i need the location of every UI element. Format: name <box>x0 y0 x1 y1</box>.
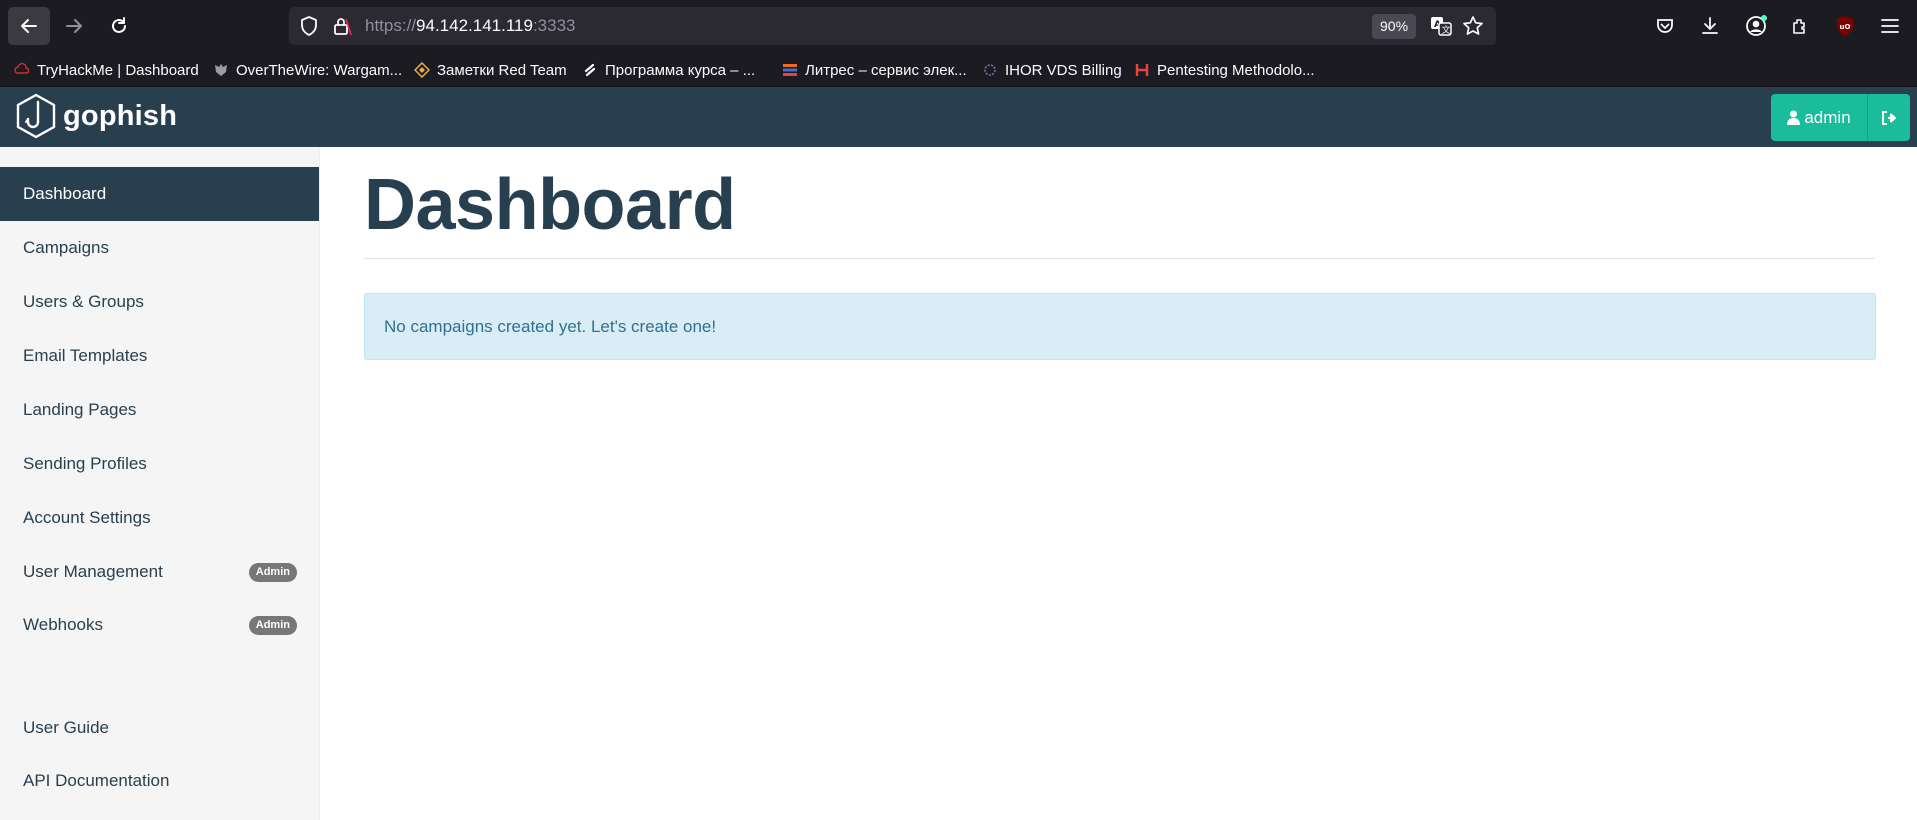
sidebar-item-user-guide[interactable]: User Guide <box>0 701 319 755</box>
bookmark-label: Литрес – сервис элек... <box>805 61 967 79</box>
sidebar-item-label: Users & Groups <box>23 292 144 311</box>
bookmark-tryhackme[interactable]: TryHackMe | Dashboard <box>14 59 199 81</box>
empty-campaigns-alert: No campaigns created yet. Let's create o… <box>364 293 1876 360</box>
bookmark-overthewire[interactable]: OverTheWire: Wargam... <box>213 59 402 81</box>
url-text[interactable]: https://94.142.141.119:3333 <box>365 16 576 36</box>
bookmark-ihor[interactable]: IHOR VDS Billing <box>982 59 1122 81</box>
user-account-button[interactable]: admin <box>1771 94 1867 141</box>
arrow-left-icon <box>21 19 37 33</box>
url-port: :3333 <box>532 16 576 35</box>
user-name: admin <box>1804 107 1851 127</box>
logout-button[interactable] <box>1867 94 1910 141</box>
brand-name: gophish <box>63 99 178 132</box>
app-navbar: gophish admin <box>0 87 1917 147</box>
extensions-icon[interactable] <box>1787 13 1813 39</box>
sidebar-item-label: Dashboard <box>23 184 107 203</box>
sidebar-item-landing-pages[interactable]: Landing Pages <box>0 383 319 437</box>
sidebar-item-webhooks[interactable]: Webhooks Admin <box>0 598 319 652</box>
browser-toolbar: https://94.142.141.119:3333 90% A文 uO <box>0 0 1917 52</box>
bookmark-label: TryHackMe | Dashboard <box>37 61 199 79</box>
sidebar-item-label: Sending Profiles <box>23 454 147 473</box>
title-divider <box>364 258 1875 259</box>
sidebar-item-label: Account Settings <box>23 508 151 527</box>
page-title: Dashboard <box>364 165 736 245</box>
zoom-level-button[interactable]: 90% <box>1372 14 1417 39</box>
bookmark-label: Программа курса – ... <box>605 61 756 79</box>
hook-hexagon-icon <box>16 93 56 139</box>
address-bar[interactable]: https://94.142.141.119:3333 90% A文 <box>289 7 1496 45</box>
forward-button[interactable] <box>53 7 95 45</box>
admin-badge: Admin <box>248 616 297 635</box>
pocket-icon[interactable] <box>1652 13 1678 39</box>
sidebar-item-label: Webhooks <box>23 615 104 634</box>
sidebar-item-campaigns[interactable]: Campaigns <box>0 221 319 275</box>
sidebar: Dashboard Campaigns Users & Groups Email… <box>0 147 320 820</box>
menu-icon[interactable] <box>1877 13 1903 39</box>
overthewire-icon <box>215 64 227 76</box>
downloads-icon[interactable] <box>1697 13 1723 39</box>
bookmark-redteam-notes[interactable]: Заметки Red Team <box>414 59 567 81</box>
empty-campaigns-message: No campaigns created yet. Let's create o… <box>384 316 717 336</box>
bookmark-label: OverTheWire: Wargam... <box>236 61 403 79</box>
bookmark-label: Pentesting Methodolo... <box>1157 61 1315 79</box>
admin-badge: Admin <box>248 563 297 582</box>
svg-text:文: 文 <box>1442 24 1451 36</box>
bookmark-litres[interactable]: Литрес – сервис элек... <box>782 59 967 81</box>
sidebar-item-email-templates[interactable]: Email Templates <box>0 329 319 383</box>
bookmark-course[interactable]: Программа курса – ... <box>582 59 755 81</box>
sidebar-item-label: API Documentation <box>23 771 170 790</box>
sidebar-item-api-documentation[interactable]: API Documentation <box>0 754 319 808</box>
sidebar-item-label: Campaigns <box>23 238 109 257</box>
user-icon <box>1787 110 1801 125</box>
redteam-notes-icon <box>414 62 430 78</box>
lock-icon[interactable] <box>331 15 353 42</box>
back-button[interactable] <box>8 7 50 45</box>
svg-text:uO: uO <box>1840 23 1851 31</box>
ublock-origin-icon[interactable]: uO <box>1832 13 1858 39</box>
account-icon[interactable] <box>1743 13 1769 39</box>
reload-icon <box>112 17 126 33</box>
reload-button[interactable] <box>98 7 140 45</box>
url-host: 94.142.141.119 <box>416 16 533 35</box>
sidebar-item-user-management[interactable]: User Management Admin <box>0 545 319 599</box>
sidebar-item-dashboard[interactable]: Dashboard <box>0 167 319 221</box>
sidebar-item-users-groups[interactable]: Users & Groups <box>0 275 319 329</box>
sign-out-icon <box>1882 110 1896 125</box>
translate-icon[interactable]: A文 <box>1430 15 1452 42</box>
star-bookmark-icon[interactable] <box>1462 15 1484 42</box>
sidebar-item-account-settings[interactable]: Account Settings <box>0 491 319 545</box>
ihor-icon <box>984 64 996 76</box>
bookmark-pentesting[interactable]: Pentesting Methodolo... <box>1134 59 1315 81</box>
sidebar-item-label: Email Templates <box>23 346 148 365</box>
url-scheme: https:// <box>365 16 417 35</box>
sidebar-item-label: Landing Pages <box>23 400 137 419</box>
bookmark-label: Заметки Red Team <box>437 61 567 79</box>
sidebar-item-label: User Management <box>23 562 163 581</box>
litres-icon <box>783 64 797 76</box>
hacktricks-icon <box>1135 64 1149 76</box>
bookmarks-bar: TryHackMe | Dashboard OverTheWire: Warga… <box>0 52 1917 87</box>
shield-icon[interactable] <box>299 15 319 42</box>
sidebar-item-sending-profiles[interactable]: Sending Profiles <box>0 437 319 491</box>
bookmark-label: IHOR VDS Billing <box>1005 61 1122 79</box>
sidebar-item-label: User Guide <box>23 718 109 737</box>
course-icon <box>584 63 596 77</box>
tryhackme-icon <box>14 62 30 74</box>
arrow-right-icon <box>66 19 82 33</box>
gophish-logo[interactable]: gophish <box>15 93 177 139</box>
